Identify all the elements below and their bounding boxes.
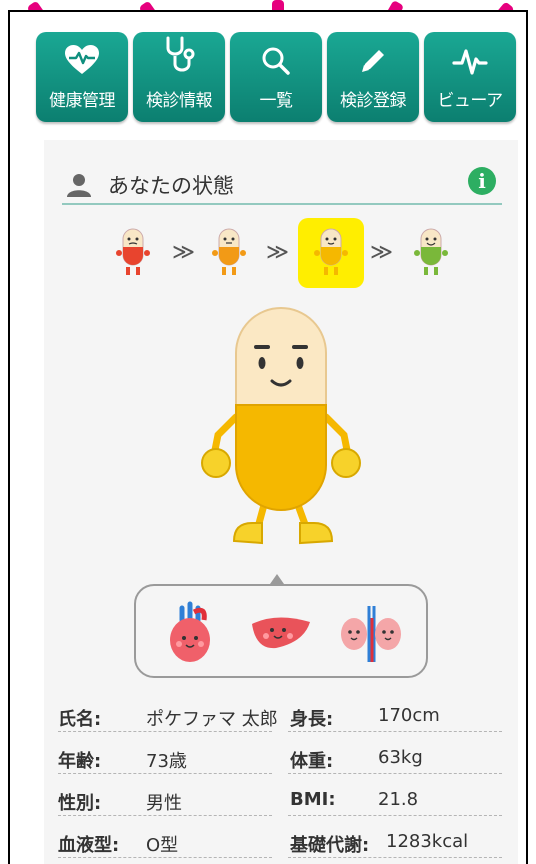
bmi-cell: BMI: 21.8 xyxy=(288,784,502,816)
heart-organ-icon xyxy=(170,601,210,662)
stage-1[interactable] xyxy=(100,218,166,288)
pill-character-icon xyxy=(116,228,150,275)
height-cell: 身長: 170cm xyxy=(288,700,502,732)
person-icon xyxy=(67,174,91,197)
profile-row: 血液型: O型 基礎代謝: 1283kcal xyxy=(58,826,502,858)
pill-character-icon xyxy=(414,228,448,275)
blood-value: O型 xyxy=(146,835,179,856)
kidney-organ-icon xyxy=(341,606,401,662)
blood-label: 血液型: xyxy=(58,835,120,856)
liver-organ-icon xyxy=(252,617,310,649)
nav-checkup-info-button[interactable]: 検診情報 xyxy=(133,32,225,122)
heart-organ[interactable] xyxy=(156,598,226,668)
nav-checkup-register-button[interactable]: 検診登録 xyxy=(327,32,419,122)
nav-viewer-button[interactable]: ビューア xyxy=(424,32,516,122)
status-header: あなたの状態 i xyxy=(62,163,502,205)
top-nav: 健康管理 検診情報 一覧 検診登録 ビューア xyxy=(36,32,516,122)
bmr-value: 1283kcal xyxy=(386,831,469,852)
name-cell: 氏名: ポケファマ 太郎 xyxy=(58,700,278,732)
bmi-value: 21.8 xyxy=(378,789,419,810)
nav-health-button[interactable]: 健康管理 xyxy=(36,32,128,122)
kidney-organ[interactable] xyxy=(336,598,406,668)
sex-label: 性別: xyxy=(58,793,102,814)
stage-separator: ≫ xyxy=(172,240,196,265)
profile-row: 年齢: 73歳 体重: 63kg xyxy=(58,742,502,774)
info-icon[interactable]: i xyxy=(468,167,496,195)
weight-cell: 体重: 63kg xyxy=(288,742,502,774)
pulse-icon xyxy=(452,32,488,80)
stage-3-selected[interactable] xyxy=(298,218,364,288)
age-label: 年齢: xyxy=(58,751,102,772)
pencil-icon xyxy=(358,32,388,80)
nav-health-label: 健康管理 xyxy=(49,91,116,111)
pill-character-icon xyxy=(314,228,348,275)
age-value: 73歳 xyxy=(146,751,187,772)
weight-value: 63kg xyxy=(378,747,423,768)
blood-cell: 血液型: O型 xyxy=(58,826,272,858)
stage-4[interactable] xyxy=(398,218,464,288)
stethoscope-icon xyxy=(162,32,196,80)
height-value: 170cm xyxy=(378,705,440,726)
age-cell: 年齢: 73歳 xyxy=(58,742,272,774)
status-title: あなたの状態 xyxy=(108,174,234,198)
stage-separator: ≫ xyxy=(370,240,394,265)
nav-list-button[interactable]: 一覧 xyxy=(230,32,322,122)
liver-organ[interactable] xyxy=(246,598,316,668)
bubble-pointer xyxy=(270,574,284,584)
name-value: ポケファマ 太郎 xyxy=(146,709,278,730)
sex-cell: 性別: 男性 xyxy=(58,784,272,816)
nav-checkup-info-label: 検診情報 xyxy=(146,91,213,111)
heart-pulse-icon xyxy=(63,32,101,80)
profile-row: 性別: 男性 BMI: 21.8 xyxy=(58,784,502,816)
stage-2[interactable] xyxy=(196,218,262,288)
stage-separator: ≫ xyxy=(266,240,290,265)
search-icon xyxy=(261,32,291,80)
bmr-label: 基礎代謝: xyxy=(290,835,370,856)
hero-character xyxy=(196,305,366,555)
height-label: 身長: xyxy=(290,709,334,730)
sex-value: 男性 xyxy=(146,793,182,814)
pill-character-icon xyxy=(212,228,246,275)
nav-viewer-label: ビューア xyxy=(437,91,503,111)
nav-list-label: 一覧 xyxy=(259,91,294,111)
bmr-cell: 基礎代謝: 1283kcal xyxy=(288,826,502,858)
nav-checkup-register-label: 検診登録 xyxy=(340,91,407,111)
bmi-label: BMI: xyxy=(290,789,336,810)
stage-progression: ≫ ≫ ≫ xyxy=(100,218,460,288)
profile-row: 氏名: ポケファマ 太郎 身長: 170cm xyxy=(58,700,502,732)
name-label: 氏名: xyxy=(58,709,102,730)
organ-bubble xyxy=(134,574,428,678)
pill-character-large-icon xyxy=(201,307,361,545)
weight-label: 体重: xyxy=(290,751,334,772)
